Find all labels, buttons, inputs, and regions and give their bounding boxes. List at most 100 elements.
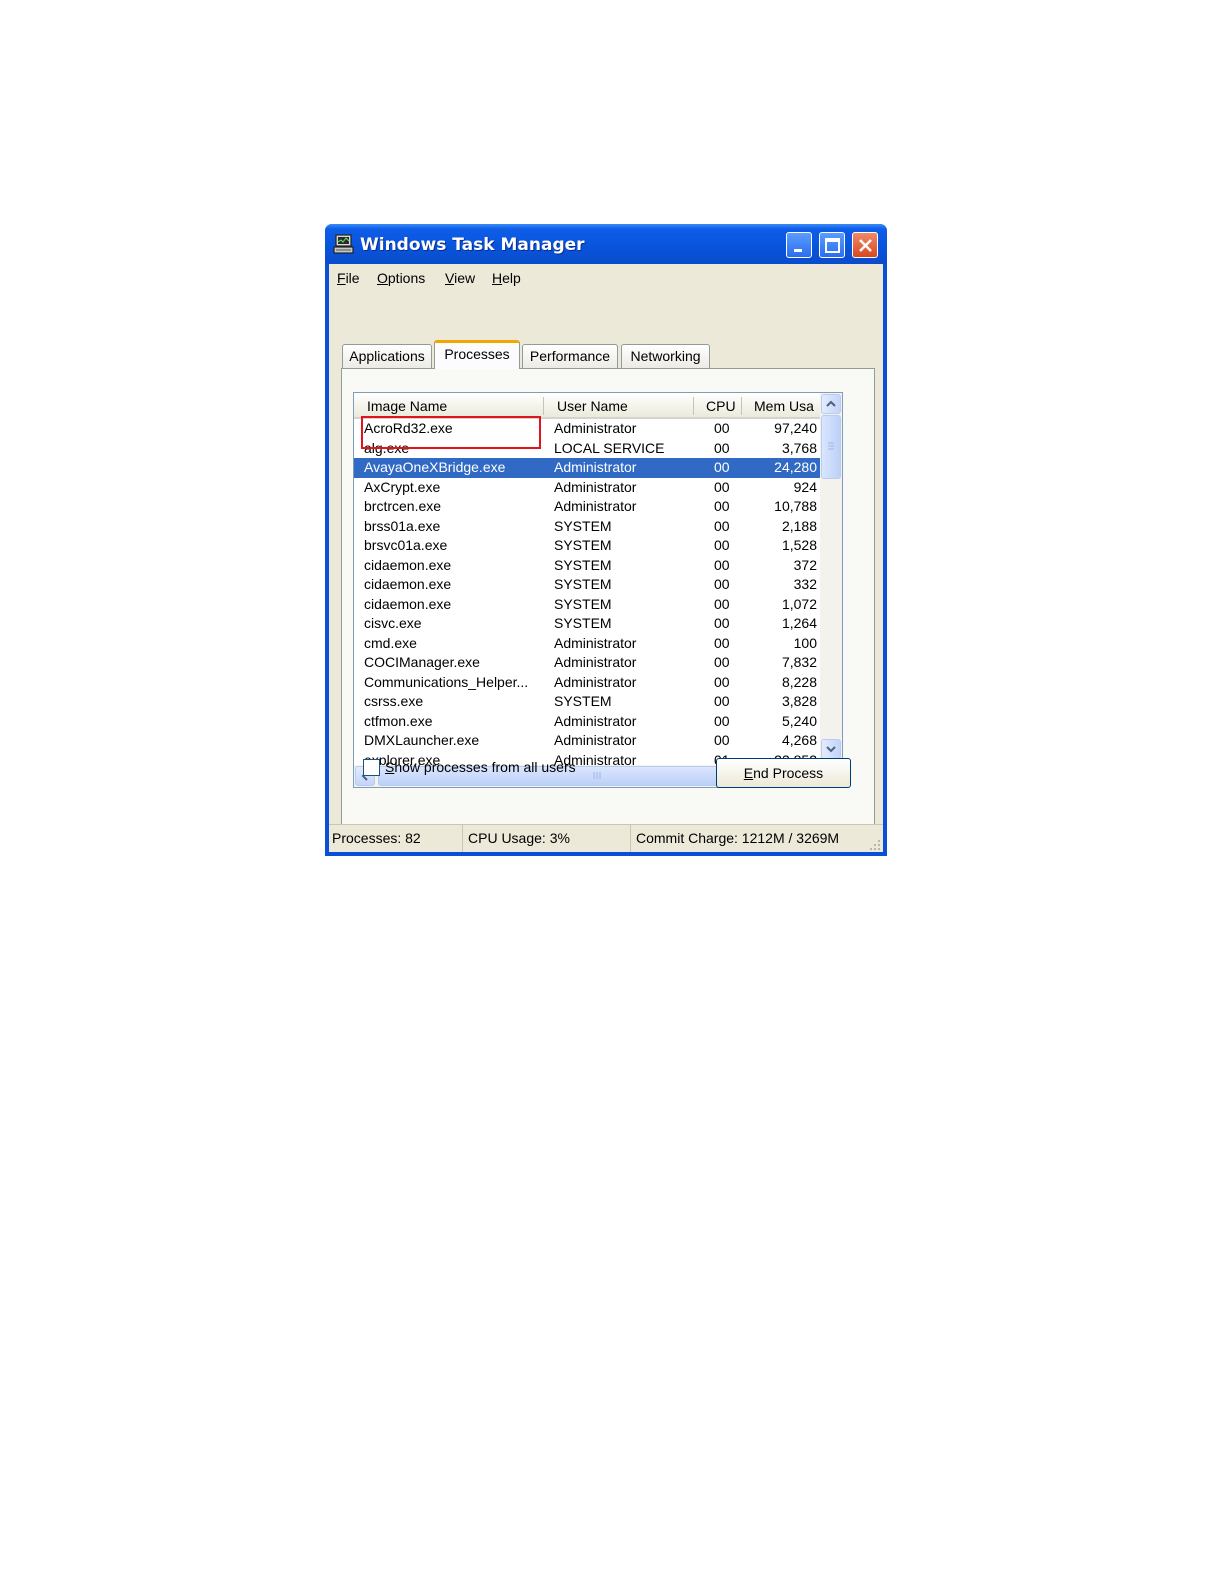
tab-performance[interactable]: Performance	[522, 344, 618, 368]
cell-image-name: cisvc.exe	[364, 615, 422, 631]
cell-user-name: SYSTEM	[554, 615, 612, 631]
cell-user-name: SYSTEM	[554, 576, 612, 592]
table-row[interactable]: AxCrypt.exe Administrator 00 924	[354, 478, 820, 498]
menu-file[interactable]: File	[337, 270, 360, 286]
table-row[interactable]: cidaemon.exe SYSTEM 00 1,072	[354, 595, 820, 615]
cell-mem-usage: 10,788	[774, 498, 817, 514]
process-list[interactable]: Image Name User Name CPU Mem Usa AcroRd3…	[353, 392, 843, 788]
column-divider[interactable]	[543, 397, 544, 415]
window-title: Windows Task Manager	[360, 235, 585, 255]
cell-cpu: 00	[714, 556, 730, 573]
close-button[interactable]	[852, 232, 878, 258]
column-header-image-name[interactable]: Image Name	[367, 398, 537, 414]
menu-view-accel: V	[445, 270, 455, 286]
menu-help[interactable]: Help	[492, 270, 521, 286]
status-bar: Processes: 82 CPU Usage: 3% Commit Charg…	[329, 824, 883, 852]
cell-image-name: brsvc01a.exe	[364, 537, 448, 553]
table-row[interactable]: cidaemon.exe SYSTEM 00 372	[354, 556, 820, 576]
cell-mem-usage: 97,240	[774, 420, 817, 436]
cell-image-name: AxCrypt.exe	[364, 478, 441, 495]
cell-user-name: SYSTEM	[554, 537, 612, 553]
menu-options[interactable]: Options	[377, 270, 425, 286]
cell-image-name: AvayaOneXBridge.exe	[364, 459, 506, 475]
maximize-button[interactable]	[819, 232, 845, 258]
column-header-cpu[interactable]: CPU	[706, 398, 742, 414]
cell-user-name: SYSTEM	[554, 595, 612, 612]
cell-cpu: 00	[714, 537, 730, 553]
tab-applications[interactable]: Applications	[342, 344, 432, 368]
title-bar[interactable]: Windows Task Manager	[325, 224, 887, 264]
table-row[interactable]: ctfmon.exe Administrator 00 5,240	[354, 712, 820, 732]
minimize-button[interactable]	[786, 232, 812, 258]
cell-user-name: SYSTEM	[554, 517, 612, 534]
column-header-user-name[interactable]: User Name	[557, 398, 687, 414]
menu-help-accel: H	[492, 270, 503, 286]
task-manager-icon	[333, 233, 355, 255]
column-divider[interactable]	[741, 397, 742, 415]
cell-cpu: 00	[714, 693, 730, 709]
cell-mem-usage: 1,528	[781, 537, 817, 553]
cell-mem-usage: 5,240	[781, 712, 817, 729]
highlight-annotation	[361, 416, 541, 449]
column-header-mem-usage[interactable]: Mem Usa	[754, 398, 818, 414]
column-divider[interactable]	[693, 397, 694, 415]
cell-user-name: Administrator	[554, 732, 637, 748]
show-all-users-checkbox[interactable]	[363, 759, 380, 776]
window-client: File Options View Help Applications Proc…	[329, 264, 883, 852]
cell-image-name: brctrcen.exe	[364, 498, 442, 514]
cell-user-name: SYSTEM	[554, 693, 612, 709]
table-row[interactable]: Communications_Helper... Administrator 00 8…	[354, 673, 820, 693]
menu-bar: File Options View Help	[329, 264, 883, 292]
table-row[interactable]: DMXLauncher.exe Administrator 00 4,268	[354, 731, 820, 751]
resize-grip-icon[interactable]	[867, 836, 881, 850]
tab-networking[interactable]: Networking	[621, 344, 710, 368]
table-row[interactable]: AvayaOneXBridge.exe Administrator 00 24,280	[354, 458, 820, 478]
status-commit-charge: Commit Charge: 1212M / 3269M	[636, 830, 840, 846]
cell-mem-usage: 372	[793, 556, 817, 573]
table-row[interactable]: cmd.exe Administrator 00 100	[354, 634, 820, 654]
cell-cpu: 00	[714, 459, 730, 475]
scroll-down-button[interactable]	[821, 739, 841, 759]
table-row[interactable]: csrss.exe SYSTEM 00 3,828	[354, 692, 820, 712]
cell-mem-usage: 100	[793, 634, 817, 651]
menu-options-label: ptions	[387, 270, 426, 286]
cell-image-name: Communications_Helper...	[364, 673, 529, 690]
cell-cpu: 00	[714, 732, 730, 748]
cell-image-name: csrss.exe	[364, 693, 424, 709]
cell-user-name: Administrator	[554, 654, 637, 670]
cell-user-name: Administrator	[554, 420, 637, 436]
table-row[interactable]: brctrcen.exe Administrator 00 10,788	[354, 497, 820, 517]
cell-mem-usage: 7,832	[781, 654, 817, 670]
cell-user-name: LOCAL SERVICE	[554, 439, 665, 456]
cell-cpu: 00	[714, 615, 730, 631]
table-row[interactable]: brss01a.exe SYSTEM 00 2,188	[354, 517, 820, 537]
end-process-button[interactable]: End Process	[716, 758, 851, 788]
table-row[interactable]: cisvc.exe SYSTEM 00 1,264	[354, 614, 820, 634]
cell-image-name: COCIManager.exe	[364, 654, 480, 670]
cell-cpu: 00	[714, 420, 730, 436]
tab-processes[interactable]: Processes	[434, 340, 520, 369]
process-rows: AcroRd32.exe Administrator 00 97,240 alg.exe…	[354, 419, 820, 765]
vertical-scrollbar[interactable]	[820, 393, 842, 765]
vertical-scroll-thumb[interactable]	[821, 415, 841, 479]
chevron-down-icon	[826, 746, 836, 753]
cell-cpu: 00	[714, 439, 730, 456]
cell-cpu: 00	[714, 654, 730, 670]
cell-image-name: brss01a.exe	[364, 517, 441, 534]
menu-view[interactable]: View	[445, 270, 475, 286]
minimize-icon	[794, 249, 802, 252]
cell-mem-usage: 24,280	[774, 459, 817, 475]
cell-image-name: DMXLauncher.exe	[364, 732, 480, 748]
cell-cpu: 00	[714, 498, 730, 514]
cell-user-name: Administrator	[554, 712, 637, 729]
table-row[interactable]: brsvc01a.exe SYSTEM 00 1,528	[354, 536, 820, 556]
cell-image-name: cmd.exe	[364, 634, 417, 651]
close-icon	[859, 239, 872, 252]
menu-view-label: iew	[454, 270, 476, 286]
show-all-users-label[interactable]: Show processes from all users	[385, 759, 576, 775]
table-row[interactable]: cidaemon.exe SYSTEM 00 332	[354, 575, 820, 595]
table-row[interactable]: COCIManager.exe Administrator 00 7,832	[354, 653, 820, 673]
menu-file-label: ile	[345, 270, 360, 286]
scroll-up-button[interactable]	[821, 394, 841, 414]
cell-cpu: 00	[714, 673, 730, 690]
